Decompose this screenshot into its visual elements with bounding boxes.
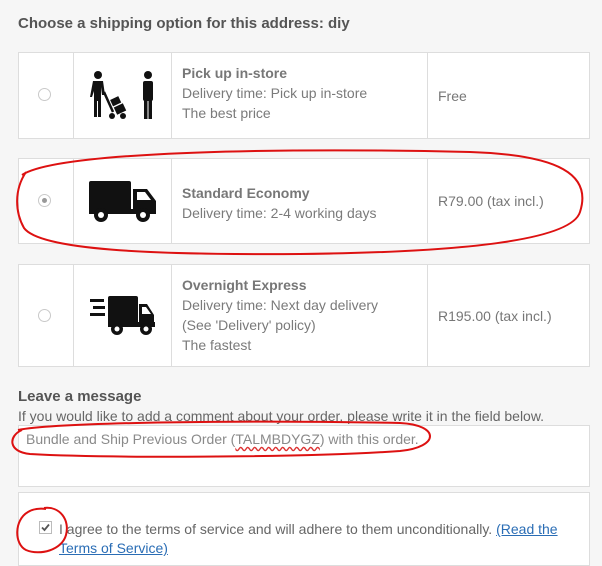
radio-cell[interactable]: [19, 53, 74, 138]
option-price: R195.00 (tax incl.): [438, 307, 552, 324]
terms-checkbox[interactable]: [39, 521, 52, 534]
message-title: Leave a message: [18, 388, 142, 405]
option-note: The fastest: [182, 337, 252, 353]
shipping-heading: Choose a shipping option for this addres…: [18, 15, 350, 32]
option-delivery-time: Delivery time: Next day delivery: [182, 297, 379, 313]
option-delivery-time: Delivery time: 2-4 working days: [182, 205, 377, 221]
carrier-image: [74, 53, 172, 138]
option-policy-note: (See 'Delivery' policy): [182, 317, 316, 333]
message-order-code: TALMBDYGZ: [235, 431, 320, 447]
option-name: Standard Economy: [182, 185, 310, 201]
radio-pickup[interactable]: [38, 88, 51, 101]
option-name: Pick up in-store: [182, 65, 288, 81]
pickup-in-store-icon: [89, 70, 153, 119]
message-text-suffix: ) with this order.: [319, 431, 419, 447]
terms-text: I agree to the terms of service and will…: [59, 520, 584, 558]
shipping-option-standard[interactable]: Standard Economy Delivery time: 2-4 work…: [18, 158, 590, 244]
option-info: Standard Economy Delivery time: 2-4 work…: [172, 159, 428, 243]
shipping-option-express[interactable]: Overnight Express Delivery time: Next da…: [18, 264, 590, 367]
delivery-truck-icon: [88, 181, 156, 222]
message-textarea[interactable]: Bundle and Ship Previous Order (TALMBDYG…: [18, 425, 590, 487]
carrier-image: [74, 265, 172, 366]
option-info: Overnight Express Delivery time: Next da…: [172, 265, 428, 366]
radio-standard[interactable]: [38, 194, 51, 207]
radio-cell[interactable]: [19, 159, 74, 243]
option-name: Overnight Express: [182, 277, 307, 293]
option-price: Free: [438, 87, 467, 104]
message-text-prefix: Bundle and Ship Previous Order (: [26, 431, 236, 447]
radio-express[interactable]: [38, 309, 51, 322]
option-note: The best price: [182, 105, 271, 121]
carrier-image: [74, 159, 172, 243]
shipping-option-pickup[interactable]: Pick up in-store Delivery time: Pick up …: [18, 52, 590, 139]
option-delivery-time: Delivery time: Pick up in-store: [182, 85, 368, 101]
message-help-text: If you would like to add a comment about…: [18, 408, 545, 424]
option-price: R79.00 (tax incl.): [438, 193, 544, 209]
checkmark-icon: [41, 523, 50, 532]
terms-box: I agree to the terms of service and will…: [18, 492, 590, 566]
option-info: Pick up in-store Delivery time: Pick up …: [172, 53, 428, 138]
terms-label: I agree to the terms of service and will…: [59, 521, 497, 537]
radio-cell[interactable]: [19, 265, 74, 366]
fast-truck-icon: [89, 295, 155, 335]
